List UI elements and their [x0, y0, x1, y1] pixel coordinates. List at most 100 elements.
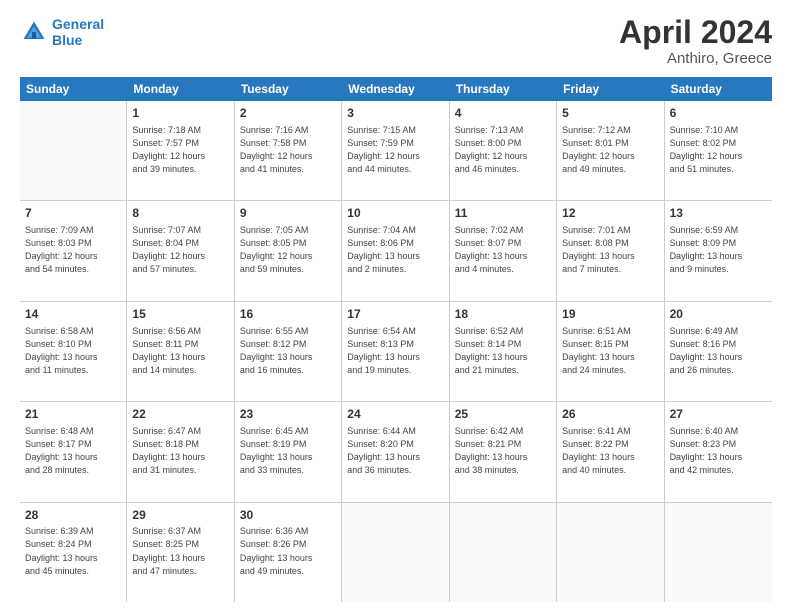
day-info: Sunrise: 7:02 AM Sunset: 8:07 PM Dayligh…	[455, 224, 551, 276]
calendar-cell: 3Sunrise: 7:15 AM Sunset: 7:59 PM Daylig…	[342, 101, 449, 200]
day-info: Sunrise: 7:05 AM Sunset: 8:05 PM Dayligh…	[240, 224, 336, 276]
calendar-cell: 21 Sunrise: 6:48 AM Sunset: 8:17 PM Dayli…	[20, 402, 127, 501]
day-info: Sunrise: 7:07 AM Sunset: 8:04 PM Dayligh…	[132, 224, 228, 276]
calendar-cell: 5 Sunrise: 7:12 AM Sunset: 8:01 PM Daylig…	[557, 101, 664, 200]
day-number: 12	[562, 205, 658, 222]
day-number: 2	[240, 105, 336, 122]
page: General Blue April 2024 Anthiro, Greece …	[0, 0, 792, 612]
calendar-cell: 15Sunrise: 6:56 AM Sunset: 8:11 PM Dayli…	[127, 302, 234, 401]
calendar-cell: 19 Sunrise: 6:51 AM Sunset: 8:15 PM Dayli…	[557, 302, 664, 401]
calendar-header: Sunday Monday Tuesday Wednesday Thursday…	[20, 77, 772, 101]
day-number: 10	[347, 205, 443, 222]
day-number: 15	[132, 306, 228, 323]
header: General Blue April 2024 Anthiro, Greece	[20, 16, 772, 67]
day-number: 9	[240, 205, 336, 222]
col-wednesday: Wednesday	[342, 77, 449, 101]
calendar-cell: 20 Sunrise: 6:49 AM Sunset: 8:16 PM Dayli…	[665, 302, 772, 401]
day-info: Sunrise: 6:55 AM Sunset: 8:12 PM Dayligh…	[240, 325, 336, 377]
day-info: Sunrise: 7:12 AM Sunset: 8:01 PM Dayligh…	[562, 124, 658, 176]
calendar-cell	[557, 503, 664, 602]
calendar-cell: 24 Sunrise: 6:44 AM Sunset: 8:20 PM Dayli…	[342, 402, 449, 501]
day-number: 8	[132, 205, 228, 222]
calendar-cell: 9 Sunrise: 7:05 AM Sunset: 8:05 PM Daylig…	[235, 201, 342, 300]
logo: General Blue	[20, 16, 104, 48]
calendar-cell: 6Sunrise: 7:10 AM Sunset: 8:02 PM Daylig…	[665, 101, 772, 200]
day-info: Sunrise: 7:18 AM Sunset: 7:57 PM Dayligh…	[132, 124, 228, 176]
calendar-cell: 27 Sunrise: 6:40 AM Sunset: 8:23 PM Dayli…	[665, 402, 772, 501]
day-number: 21	[25, 406, 121, 423]
day-info: Sunrise: 6:52 AM Sunset: 8:14 PM Dayligh…	[455, 325, 551, 377]
calendar-cell: 22 Sunrise: 6:47 AM Sunset: 8:18 PM Dayli…	[127, 402, 234, 501]
title-block: April 2024 Anthiro, Greece	[619, 16, 772, 67]
calendar-cell: 29Sunrise: 6:37 AM Sunset: 8:25 PM Dayli…	[127, 503, 234, 602]
day-number: 27	[670, 406, 767, 423]
calendar-cell: 14 Sunrise: 6:58 AM Sunset: 8:10 PM Dayli…	[20, 302, 127, 401]
day-info: Sunrise: 6:37 AM Sunset: 8:25 PM Dayligh…	[132, 525, 228, 577]
calendar: Sunday Monday Tuesday Wednesday Thursday…	[20, 77, 772, 602]
day-number: 5	[562, 105, 658, 122]
calendar-cell: 30Sunrise: 6:36 AM Sunset: 8:26 PM Dayli…	[235, 503, 342, 602]
day-number: 19	[562, 306, 658, 323]
day-number: 6	[670, 105, 767, 122]
day-info: Sunrise: 6:58 AM Sunset: 8:10 PM Dayligh…	[25, 325, 121, 377]
calendar-cell: 11 Sunrise: 7:02 AM Sunset: 8:07 PM Dayli…	[450, 201, 557, 300]
main-title: April 2024	[619, 16, 772, 48]
calendar-body: 1Sunrise: 7:18 AM Sunset: 7:57 PM Daylig…	[20, 101, 772, 602]
calendar-cell: 1Sunrise: 7:18 AM Sunset: 7:57 PM Daylig…	[127, 101, 234, 200]
day-number: 7	[25, 205, 121, 222]
day-info: Sunrise: 6:45 AM Sunset: 8:19 PM Dayligh…	[240, 425, 336, 477]
day-info: Sunrise: 7:09 AM Sunset: 8:03 PM Dayligh…	[25, 224, 121, 276]
calendar-row-5: 28Sunrise: 6:39 AM Sunset: 8:24 PM Dayli…	[20, 503, 772, 602]
day-number: 20	[670, 306, 767, 323]
day-number: 13	[670, 205, 767, 222]
calendar-cell: 8 Sunrise: 7:07 AM Sunset: 8:04 PM Daylig…	[127, 201, 234, 300]
day-number: 23	[240, 406, 336, 423]
day-number: 22	[132, 406, 228, 423]
day-info: Sunrise: 6:41 AM Sunset: 8:22 PM Dayligh…	[562, 425, 658, 477]
day-info: Sunrise: 6:49 AM Sunset: 8:16 PM Dayligh…	[670, 325, 767, 377]
calendar-cell	[665, 503, 772, 602]
calendar-row-4: 21 Sunrise: 6:48 AM Sunset: 8:17 PM Dayli…	[20, 402, 772, 502]
day-info: Sunrise: 6:36 AM Sunset: 8:26 PM Dayligh…	[240, 525, 336, 577]
calendar-cell	[342, 503, 449, 602]
day-info: Sunrise: 7:13 AM Sunset: 8:00 PM Dayligh…	[455, 124, 551, 176]
calendar-cell: 16 Sunrise: 6:55 AM Sunset: 8:12 PM Dayli…	[235, 302, 342, 401]
calendar-cell	[450, 503, 557, 602]
day-info: Sunrise: 6:48 AM Sunset: 8:17 PM Dayligh…	[25, 425, 121, 477]
calendar-cell: 13 Sunrise: 6:59 AM Sunset: 8:09 PM Dayli…	[665, 201, 772, 300]
day-number: 11	[455, 205, 551, 222]
col-sunday: Sunday	[20, 77, 127, 101]
calendar-row-3: 14 Sunrise: 6:58 AM Sunset: 8:10 PM Dayli…	[20, 302, 772, 402]
day-number: 30	[240, 507, 336, 524]
day-info: Sunrise: 7:04 AM Sunset: 8:06 PM Dayligh…	[347, 224, 443, 276]
col-friday: Friday	[557, 77, 664, 101]
logo-icon	[20, 18, 48, 46]
day-number: 26	[562, 406, 658, 423]
day-info: Sunrise: 6:44 AM Sunset: 8:20 PM Dayligh…	[347, 425, 443, 477]
day-info: Sunrise: 6:40 AM Sunset: 8:23 PM Dayligh…	[670, 425, 767, 477]
day-info: Sunrise: 7:16 AM Sunset: 7:58 PM Dayligh…	[240, 124, 336, 176]
day-number: 24	[347, 406, 443, 423]
calendar-cell: 18 Sunrise: 6:52 AM Sunset: 8:14 PM Dayli…	[450, 302, 557, 401]
logo-text: General Blue	[52, 16, 104, 48]
col-saturday: Saturday	[665, 77, 772, 101]
calendar-cell: 4Sunrise: 7:13 AM Sunset: 8:00 PM Daylig…	[450, 101, 557, 200]
calendar-cell: 2 Sunrise: 7:16 AM Sunset: 7:58 PM Daylig…	[235, 101, 342, 200]
day-number: 14	[25, 306, 121, 323]
day-number: 29	[132, 507, 228, 524]
calendar-cell: 17Sunrise: 6:54 AM Sunset: 8:13 PM Dayli…	[342, 302, 449, 401]
day-number: 18	[455, 306, 551, 323]
calendar-row-1: 1Sunrise: 7:18 AM Sunset: 7:57 PM Daylig…	[20, 101, 772, 201]
day-number: 17	[347, 306, 443, 323]
col-monday: Monday	[127, 77, 234, 101]
col-thursday: Thursday	[450, 77, 557, 101]
day-info: Sunrise: 7:01 AM Sunset: 8:08 PM Dayligh…	[562, 224, 658, 276]
day-info: Sunrise: 6:51 AM Sunset: 8:15 PM Dayligh…	[562, 325, 658, 377]
day-info: Sunrise: 6:59 AM Sunset: 8:09 PM Dayligh…	[670, 224, 767, 276]
day-info: Sunrise: 6:42 AM Sunset: 8:21 PM Dayligh…	[455, 425, 551, 477]
day-number: 16	[240, 306, 336, 323]
day-number: 28	[25, 507, 121, 524]
day-info: Sunrise: 6:47 AM Sunset: 8:18 PM Dayligh…	[132, 425, 228, 477]
calendar-cell: 25Sunrise: 6:42 AM Sunset: 8:21 PM Dayli…	[450, 402, 557, 501]
calendar-row-2: 7 Sunrise: 7:09 AM Sunset: 8:03 PM Daylig…	[20, 201, 772, 301]
